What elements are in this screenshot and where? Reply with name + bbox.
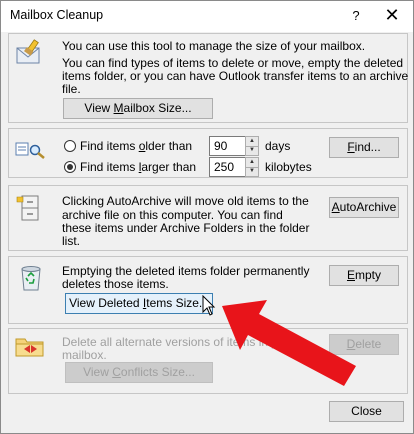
annotation-arrow bbox=[222, 300, 356, 386]
red-arrow-icon bbox=[222, 300, 356, 386]
